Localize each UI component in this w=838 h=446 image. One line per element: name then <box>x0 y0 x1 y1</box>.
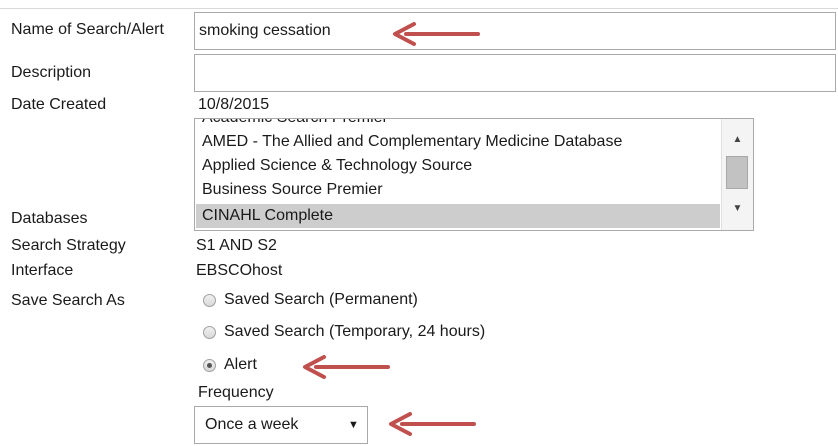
chevron-down-icon[interactable]: ▼ <box>348 419 359 431</box>
annotation-arrow-icon <box>389 412 476 436</box>
scroll-up-icon[interactable]: ▲ <box>722 134 753 145</box>
list-item-selected[interactable]: CINAHL Complete <box>196 204 720 228</box>
radio-checked-icon[interactable] <box>203 358 216 372</box>
save-option-label: Saved Search (Temporary, 24 hours) <box>224 323 486 340</box>
search-strategy-label: Search Strategy <box>11 237 126 254</box>
interface-value: EBSCOhost <box>196 262 283 279</box>
radio-icon[interactable] <box>203 293 216 307</box>
radio-icon[interactable] <box>203 325 216 339</box>
annotation-arrow-icon <box>303 355 390 379</box>
frequency-label: Frequency <box>198 384 274 401</box>
description-field[interactable] <box>194 54 836 92</box>
save-option-temporary[interactable]: Saved Search (Temporary, 24 hours) <box>203 323 485 341</box>
description-input[interactable] <box>195 55 835 91</box>
databases-label: Databases <box>11 210 88 227</box>
scroll-down-icon[interactable]: ▼ <box>722 203 753 214</box>
databases-listbox[interactable]: Academic Search Premier AMED - The Allie… <box>194 118 754 231</box>
list-item[interactable]: Applied Science & Technology Source <box>196 154 720 178</box>
scroll-thumb[interactable] <box>726 156 748 189</box>
name-input[interactable] <box>195 13 835 49</box>
save-option-alert[interactable]: Alert <box>203 356 257 374</box>
save-as-label: Save Search As <box>11 292 125 309</box>
list-item[interactable]: Academic Search Premier <box>196 119 720 130</box>
top-divider <box>0 8 838 9</box>
frequency-select[interactable]: Once a week ▼ <box>194 406 368 444</box>
description-label: Description <box>11 64 92 81</box>
date-created-label: Date Created <box>11 96 107 113</box>
list-item[interactable]: Business Source Premier <box>196 178 720 202</box>
save-option-permanent[interactable]: Saved Search (Permanent) <box>203 291 418 309</box>
name-label: Name of Search/Alert <box>11 21 164 38</box>
listbox-scrollbar[interactable]: ▲ ▼ <box>721 119 753 230</box>
interface-label: Interface <box>11 262 74 279</box>
save-option-label: Alert <box>224 356 257 373</box>
save-option-label: Saved Search (Permanent) <box>224 291 418 308</box>
list-item[interactable]: AMED - The Allied and Complementary Medi… <box>196 130 720 154</box>
frequency-value: Once a week <box>205 416 299 433</box>
date-created-value: 10/8/2015 <box>198 96 270 113</box>
name-field[interactable] <box>194 12 836 50</box>
annotation-arrow-icon <box>393 22 480 46</box>
search-strategy-value: S1 AND S2 <box>196 237 277 254</box>
